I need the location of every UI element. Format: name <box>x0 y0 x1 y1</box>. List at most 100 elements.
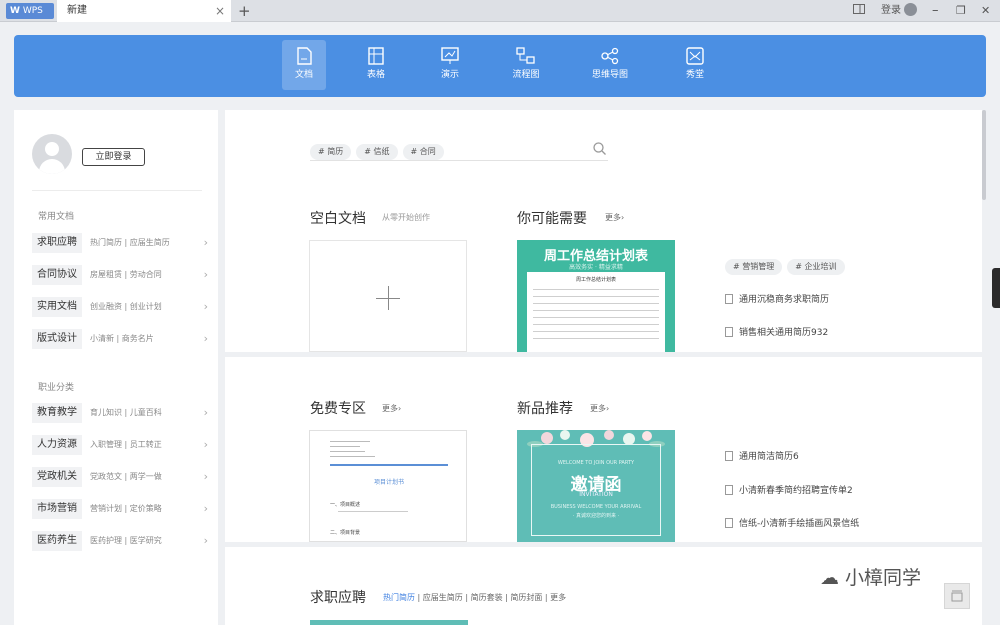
sheet-row <box>533 325 659 332</box>
sheet-row <box>533 318 659 325</box>
sidebar-item-education[interactable]: 教育教学 育儿知识 | 儿童百科 › <box>32 403 208 423</box>
document-icon <box>725 327 733 337</box>
wps-app-tab[interactable]: W WPS <box>6 3 54 19</box>
login-link-label: 登录 <box>881 5 901 16</box>
recommend-tag[interactable]: # 营销管理 <box>725 259 783 275</box>
category-sub[interactable]: 房屋租赁 | 劳动合同 <box>90 265 162 285</box>
document-icon <box>725 294 733 304</box>
mindmap-icon <box>601 47 619 65</box>
template-link[interactable]: 通用简洁简历6 <box>725 449 799 462</box>
close-window-button[interactable]: ✕ <box>981 0 990 22</box>
restore-button[interactable]: ❐ <box>956 0 966 22</box>
minimize-button[interactable]: – <box>932 0 939 22</box>
watermark-text: 小樟同学 <box>845 567 922 589</box>
sidebar-item-layout[interactable]: 版式设计 小清新 | 商务名片 › <box>32 329 208 349</box>
section-common-docs: 常用文档 <box>38 212 75 222</box>
chevron-right-icon: › <box>203 268 208 281</box>
category-name: 教育教学 <box>32 403 82 423</box>
category-sub[interactable]: 小清新 | 商务名片 <box>90 329 154 349</box>
plus-icon-vertical <box>388 286 389 310</box>
sidebar-item-marketing[interactable]: 市场营销 营销计划 | 定价策略 › <box>32 499 208 519</box>
template-link-label: 通用沉稳商务求职简历 <box>739 295 830 305</box>
category-sub[interactable]: 营销计划 | 定价策略 <box>90 499 162 519</box>
tool-spreadsheet[interactable]: 表格 <box>354 40 398 90</box>
template-link[interactable]: 通用沉稳商务求职简历 <box>725 292 829 305</box>
new-tab-button[interactable]: + <box>238 0 251 22</box>
more-link[interactable]: 更多› <box>590 403 609 414</box>
close-tab-icon[interactable]: × <box>215 0 225 22</box>
flowchart-icon <box>516 47 535 64</box>
job-template-preview[interactable] <box>310 620 468 625</box>
spreadsheet-icon <box>368 47 384 65</box>
search-bar[interactable]: # 简历 # 信纸 # 合同 <box>310 139 608 161</box>
wechat-watermark: ☁ 小樟同学 <box>820 563 921 590</box>
category-sub[interactable]: 育儿知识 | 儿童百科 <box>90 403 162 423</box>
sidebar-item-medicine[interactable]: 医药养生 医药护理 | 医学研究 › <box>32 531 208 551</box>
template-invitation[interactable]: WELCOME TO JOIN OUR PARTY 邀请函 INVITATION… <box>517 430 675 542</box>
template-project-plan[interactable]: 项目计划书 一、项目概述 二、项目背景 <box>309 430 467 542</box>
category-sub[interactable]: 入职管理 | 员工转正 <box>90 435 162 455</box>
doc-rule <box>330 464 448 466</box>
tab-new[interactable]: 新建 × <box>57 0 231 22</box>
job-tab-others[interactable]: | 应届生简历 | 简历套装 | 简历封面 | 更多 <box>418 593 567 602</box>
doc-line <box>330 441 370 442</box>
template-link[interactable]: 信纸-小清新手绘插画风景信纸 <box>725 516 859 529</box>
search-tag[interactable]: # 信纸 <box>356 144 398 160</box>
login-now-button[interactable]: 立即登录 <box>82 148 145 166</box>
more-link[interactable]: 更多› <box>605 212 624 223</box>
sidebar-item-job[interactable]: 求职应聘 热门简历 | 应届生简历 › <box>32 233 208 253</box>
tab-new-label: 新建 <box>67 5 87 16</box>
presentation-icon <box>441 47 459 64</box>
template-link[interactable]: 小清新春季简约招聘宣传单2 <box>725 483 853 496</box>
back-to-top-button[interactable] <box>944 583 970 609</box>
category-name: 求职应聘 <box>32 233 82 253</box>
sidebar-item-practical[interactable]: 实用文档 创业融资 | 创业计划 › <box>32 297 208 317</box>
tool-presentation-label: 演示 <box>440 70 459 80</box>
template-week-plan[interactable]: 周工作总结计划表 高效务实 · 精益求精 周工作总结计划表 <box>517 240 675 352</box>
invite-en: INVITATION <box>579 491 613 498</box>
category-sub[interactable]: 党政范文 | 两学一做 <box>90 467 162 487</box>
category-name: 市场营销 <box>32 499 82 519</box>
category-sub[interactable]: 创业融资 | 创业计划 <box>90 297 162 317</box>
tool-document[interactable]: 文档 <box>282 40 326 90</box>
chevron-right-icon: › <box>203 236 208 249</box>
doc-line <box>338 511 408 512</box>
login-link[interactable]: 登录 <box>881 0 917 22</box>
scrollbar[interactable] <box>982 110 986 200</box>
sidebar-item-government[interactable]: 党政机关 党政范文 | 两学一做 › <box>32 467 208 487</box>
back-to-top-icon <box>951 590 963 602</box>
tool-showcase[interactable]: 秀堂 <box>673 40 717 90</box>
tool-presentation[interactable]: 演示 <box>428 40 472 90</box>
sidebar-item-contract[interactable]: 合同协议 房屋租赁 | 劳动合同 › <box>32 265 208 285</box>
search-tag[interactable]: # 合同 <box>402 144 444 160</box>
sidebar-divider <box>32 190 202 191</box>
sheet-row <box>533 297 659 304</box>
window-mode-icon[interactable] <box>853 0 865 22</box>
category-name: 人力资源 <box>32 435 82 455</box>
more-link[interactable]: 更多› <box>382 403 401 414</box>
tool-mindmap[interactable]: 思维导图 <box>588 40 632 90</box>
category-name: 党政机关 <box>32 467 82 487</box>
recommend-tag[interactable]: # 企业培训 <box>787 259 845 275</box>
doc-line <box>330 451 365 452</box>
category-name: 版式设计 <box>32 329 82 349</box>
chevron-right-icon: › <box>203 502 208 515</box>
template-link[interactable]: 销售相关通用简历932 <box>725 325 828 338</box>
search-tag[interactable]: # 简历 <box>310 144 352 160</box>
category-name: 实用文档 <box>32 297 82 317</box>
job-tab-active[interactable]: 热门简历 <box>383 593 415 602</box>
tool-flowchart[interactable]: 流程图 <box>504 40 548 90</box>
doc-item: 二、项目背景 <box>330 530 361 536</box>
category-sub[interactable]: 医药护理 | 医学研究 <box>90 531 162 551</box>
user-avatar[interactable] <box>32 134 72 174</box>
category-sub[interactable]: 热门简历 | 应届生简历 <box>90 233 170 253</box>
blank-document-card[interactable] <box>309 240 467 352</box>
doc-item: 一、项目概述 <box>330 502 361 508</box>
template-link-label: 信纸-小清新手绘插画风景信纸 <box>739 519 860 529</box>
search-icon[interactable] <box>593 140 606 159</box>
chevron-right-icon: › <box>203 406 208 419</box>
panel-recommend: # 简历 # 信纸 # 合同 空白文档 从零开始创作 你可能需要 更多› 周工作总结… <box>225 110 982 352</box>
sidebar-item-hr[interactable]: 人力资源 入职管理 | 员工转正 › <box>32 435 208 455</box>
sheet-row <box>533 332 659 339</box>
floating-widget[interactable] <box>992 268 1000 308</box>
